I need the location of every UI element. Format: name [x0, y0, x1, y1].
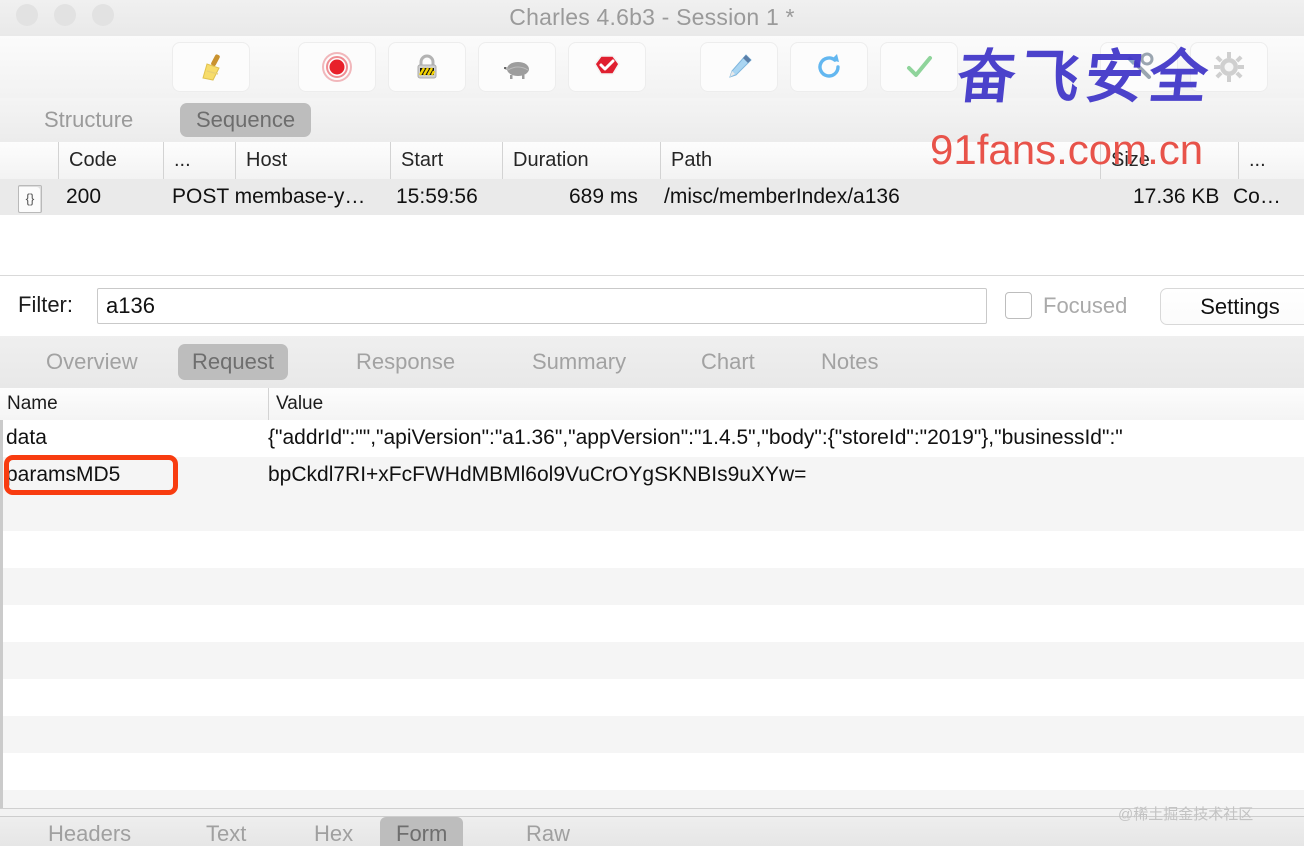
gear-icon [1212, 50, 1246, 84]
compose-button[interactable] [700, 42, 778, 92]
record-button[interactable] [298, 42, 376, 92]
table-row-empty [0, 790, 1304, 808]
json-file-icon: {} [18, 185, 42, 213]
toolbar-group-clear [172, 42, 262, 92]
cell-more: Co… [1233, 185, 1281, 208]
table-row[interactable]: data {"addrId":"","apiVersion":"a1.36","… [0, 420, 1304, 457]
session-list-empty-area [0, 215, 1304, 276]
detail-tab-bar: Overview Request Response Summary Chart … [0, 336, 1304, 389]
tab-request[interactable]: Request [178, 344, 288, 380]
clear-button[interactable] [172, 42, 250, 92]
cell-host: POST membase-y… [172, 185, 366, 208]
ssl-proxying-button[interactable] [388, 42, 466, 92]
column-header-icon[interactable] [0, 142, 58, 179]
wrench-screwdriver-icon [1122, 50, 1156, 84]
focused-checkbox[interactable] [1005, 292, 1032, 319]
toolbar-group-compose [700, 42, 970, 92]
title-bar: Charles 4.6b3 - Session 1 * [0, 0, 1304, 37]
turtle-icon [500, 50, 534, 84]
record-circle-icon [320, 50, 354, 84]
toolbar [0, 36, 1304, 99]
tab-overview[interactable]: Overview [32, 344, 152, 380]
column-header-start[interactable]: Start [390, 142, 502, 179]
filter-label: Filter: [18, 292, 73, 317]
refresh-icon [812, 50, 846, 84]
column-header-more[interactable]: ... [1238, 142, 1304, 179]
column-header-value[interactable]: Value [268, 388, 1304, 420]
table-row-empty [0, 605, 1304, 642]
broom-icon [194, 50, 228, 84]
form-table-header: Name Value [0, 388, 1304, 421]
cell-value: {"addrId":"","apiVersion":"a1.36","appVe… [268, 426, 1123, 449]
view-tab-bar: Structure Sequence [0, 98, 1304, 143]
validate-button[interactable] [880, 42, 958, 92]
column-header-name[interactable]: Name [0, 388, 268, 420]
tab-form[interactable]: Form [380, 817, 464, 846]
cell-path: /misc/memberIndex/a136 [664, 185, 900, 208]
bottom-tab-bar: Headers Text Hex Form Raw [0, 816, 1304, 846]
table-row[interactable]: paramsMD5 bpCkdl7RI+xFcFWHdMBMl6ol9VuCrO… [0, 457, 1304, 494]
table-row-empty [0, 494, 1304, 531]
toolbar-group-tools [1100, 42, 1280, 92]
tab-text[interactable]: Text [190, 817, 262, 846]
column-header-path[interactable]: Path [660, 142, 1100, 179]
padlock-icon [410, 50, 444, 84]
table-row-empty [0, 642, 1304, 679]
table-row-empty [0, 568, 1304, 605]
table-row-empty [0, 753, 1304, 790]
stop-sign-check-icon [590, 50, 624, 84]
tab-chart[interactable]: Chart [687, 344, 769, 380]
cell-name: paramsMD5 [6, 463, 121, 486]
tab-raw[interactable]: Raw [510, 817, 586, 846]
repeat-button[interactable] [790, 42, 868, 92]
tab-sequence[interactable]: Sequence [180, 103, 312, 137]
tab-notes[interactable]: Notes [807, 344, 892, 380]
focused-label: Focused [1043, 292, 1128, 318]
column-header-flag[interactable]: ... [163, 142, 235, 179]
cell-duration: 689 ms [569, 185, 638, 208]
toolbar-group-record [298, 42, 658, 92]
breakpoints-button[interactable] [568, 42, 646, 92]
cell-name: data [6, 426, 47, 449]
tools-button[interactable] [1100, 42, 1178, 92]
settings-toolbar-button[interactable] [1190, 42, 1268, 92]
cell-start: 15:59:56 [396, 185, 478, 208]
form-table-body: data {"addrId":"","apiVersion":"a1.36","… [0, 420, 1304, 808]
table-row[interactable]: {} 200 POST membase-y… 15:59:56 689 ms /… [0, 179, 1304, 215]
column-header-duration[interactable]: Duration [502, 142, 660, 179]
tab-headers[interactable]: Headers [32, 817, 147, 846]
tab-structure[interactable]: Structure [28, 103, 149, 137]
table-row-empty [0, 679, 1304, 716]
tab-response[interactable]: Response [342, 344, 469, 380]
column-header-code[interactable]: Code [58, 142, 163, 179]
tab-summary[interactable]: Summary [518, 344, 640, 380]
throttle-button[interactable] [478, 42, 556, 92]
column-header-size[interactable]: Size [1100, 142, 1238, 179]
table-row-empty [0, 716, 1304, 753]
tab-hex[interactable]: Hex [298, 817, 369, 846]
cell-code: 200 [66, 185, 102, 208]
cell-value: bpCkdl7RI+xFcFWHdMBMl6ol9VuCrOYgSKNBIs9u… [268, 463, 807, 486]
checkmark-icon [902, 50, 936, 84]
table-left-rail [0, 420, 3, 808]
table-row-empty [0, 531, 1304, 568]
session-table-header: Code ... Host Start Duration Path Size .… [0, 142, 1304, 180]
pen-icon [722, 50, 756, 84]
settings-button[interactable]: Settings [1160, 288, 1304, 325]
window-title: Charles 4.6b3 - Session 1 * [509, 4, 795, 30]
filter-input[interactable] [97, 288, 987, 324]
focused-checkbox-group[interactable]: Focused [1005, 292, 1127, 319]
column-header-host[interactable]: Host [235, 142, 390, 179]
